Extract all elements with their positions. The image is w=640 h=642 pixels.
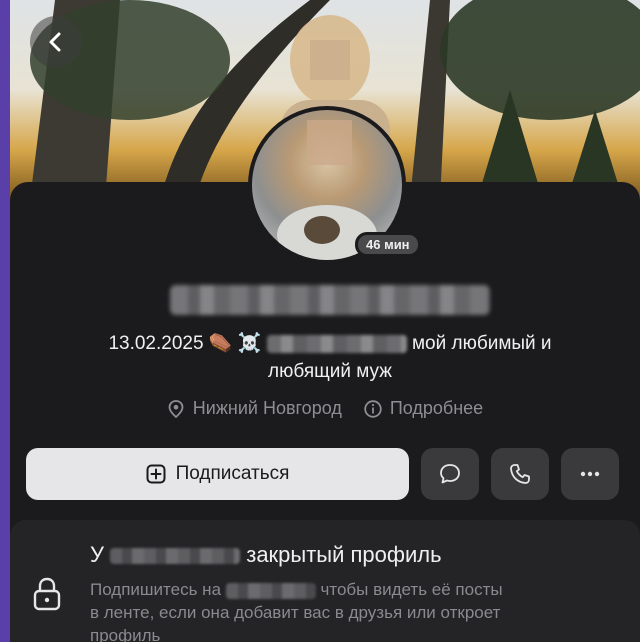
closed-desc-redacted [225,582,316,599]
message-button[interactable] [421,448,479,500]
closed-title-prefix: У [90,542,104,567]
status-text-line2: любящий муж [268,361,392,382]
status-text-line1: мой любимый и [411,333,552,354]
city-label: Нижний Новгород [192,398,342,418]
closed-desc-line3: профиль [90,626,161,642]
more-dots-icon [580,471,600,477]
plus-square-icon [146,464,166,484]
phone-icon [510,464,530,484]
profile-screen: 46 мин 13.02.2025 ⚰️ ☠️ мой любимый и лю… [10,0,640,642]
closed-desc-prefix: Подпишитесь на [90,580,222,599]
status-redacted-name [266,334,407,353]
subscribe-button[interactable]: Подписаться [26,448,409,500]
closed-desc-line2: в ленте, если она добавит вас в друзья и… [90,603,501,622]
subscribe-label: Подписаться [175,463,290,484]
action-buttons: Подписаться [26,448,619,500]
status-date: 13.02.2025 [108,333,204,354]
closed-title-redacted [110,548,241,565]
more-button[interactable] [561,448,619,500]
chevron-left-icon [49,32,61,52]
closed-title-suffix: закрытый профиль [246,542,442,567]
info-circle-icon [364,399,382,418]
closed-profile-description: Подпишитесь на чтобы видеть её посты в л… [90,578,610,642]
closed-profile-title: У закрытый профиль [90,542,442,568]
chat-bubble-icon [440,464,460,484]
back-button[interactable] [30,16,82,68]
status-emojis: ⚰️ ☠️ [208,333,262,354]
profile-info-row: Нижний Новгород Подробнее [10,398,640,419]
closed-desc-suffix: чтобы видеть её посты [320,580,503,599]
profile-name-redacted [170,285,490,315]
lock-icon [33,577,61,611]
city-item[interactable]: Нижний Новгород [167,398,342,419]
call-button[interactable] [491,448,549,500]
last-seen-badge: 46 мин [355,232,421,257]
location-pin-icon [168,399,184,418]
details-label: Подробнее [389,398,484,418]
closed-profile-panel: У закрытый профиль Подпишитесь на чтобы … [10,520,640,642]
profile-status: 13.02.2025 ⚰️ ☠️ мой любимый и любящий м… [50,330,610,386]
details-item[interactable]: Подробнее [364,398,483,419]
